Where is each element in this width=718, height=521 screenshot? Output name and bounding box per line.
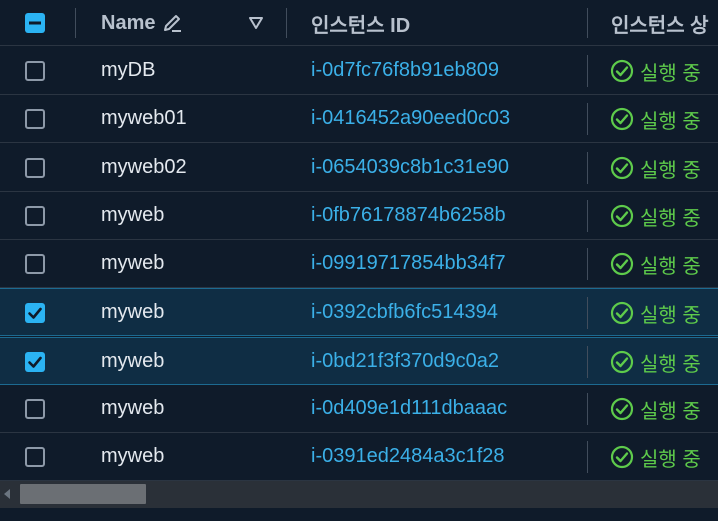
- instance-state-label: 실행 중: [640, 353, 701, 376]
- table-row[interactable]: myweb i-0bd21f3f370d9c0a2 실행 중: [0, 337, 718, 385]
- pencil-icon[interactable]: [161, 12, 183, 34]
- instance-state-label: 실행 중: [640, 207, 701, 230]
- instance-id-link[interactable]: i-0416452a90eed0c03: [311, 107, 510, 130]
- table-row[interactable]: myDB i-0d7fc76f8b91eb809 실행 중: [0, 47, 718, 95]
- instance-state-label: 실행 중: [640, 304, 701, 327]
- table-header: Name 인스턴스 ID 인스턴스 상: [0, 0, 718, 46]
- instance-id-link[interactable]: i-0d409e1d111dbaaac: [311, 397, 507, 420]
- triangle-down-icon: [249, 17, 263, 29]
- select-all-checkbox[interactable]: [25, 13, 45, 33]
- horizontal-scrollbar[interactable]: [0, 481, 718, 508]
- scroll-left-icon[interactable]: [4, 489, 10, 499]
- instance-state-label: 실행 중: [640, 255, 701, 278]
- instance-name: myweb: [101, 350, 165, 372]
- instance-id-link[interactable]: i-0bd21f3f370d9c0a2: [311, 350, 499, 373]
- column-separator: [587, 297, 588, 329]
- instance-state: 실행 중: [610, 155, 701, 182]
- instance-state-label: 실행 중: [640, 110, 701, 133]
- row-checkbox[interactable]: [25, 254, 45, 274]
- column-separator[interactable]: [587, 8, 588, 38]
- bottom-strip: [0, 508, 718, 521]
- row-checkbox[interactable]: [25, 158, 45, 178]
- header-name[interactable]: Name: [101, 0, 183, 46]
- table-row[interactable]: myweb i-0391ed2484a3c1f28 실행 중: [0, 433, 718, 481]
- row-checkbox[interactable]: [25, 206, 45, 226]
- header-instance-id-label: 인스턴스 ID: [311, 14, 411, 37]
- table-row[interactable]: myweb i-0392cbfb6fc514394 실행 중: [0, 288, 718, 336]
- scrollbar-thumb[interactable]: [20, 484, 146, 504]
- check-circle-icon: [610, 204, 634, 228]
- check-circle-icon: [610, 252, 634, 276]
- instance-id-link[interactable]: i-09919717854bb34f7: [311, 252, 506, 275]
- checkmark-icon: [28, 307, 42, 319]
- instance-id-link[interactable]: i-0654039c8b1c31e90: [311, 156, 509, 179]
- check-circle-icon: [610, 156, 634, 180]
- header-name-label: Name: [101, 11, 156, 34]
- table-row[interactable]: myweb i-0d409e1d111dbaaac 실행 중: [0, 385, 718, 433]
- column-separator[interactable]: [286, 8, 287, 38]
- minus-checkbox-icon: [29, 21, 41, 25]
- column-separator: [587, 441, 588, 473]
- header-instance-id[interactable]: 인스턴스 ID: [311, 0, 410, 46]
- instance-id-link[interactable]: i-0d7fc76f8b91eb809: [311, 59, 499, 82]
- row-checkbox[interactable]: [25, 61, 45, 81]
- instance-state: 실행 중: [610, 300, 701, 327]
- row-checkbox[interactable]: [25, 352, 45, 372]
- instance-name: myweb: [101, 445, 165, 467]
- select-all-cell: [25, 0, 45, 46]
- instance-name: myDB: [101, 59, 156, 81]
- check-circle-icon: [610, 350, 634, 374]
- column-separator: [587, 346, 588, 378]
- instance-name: myweb: [101, 252, 165, 274]
- table-row[interactable]: myweb i-0fb76178874b6258b 실행 중: [0, 192, 718, 240]
- check-circle-icon: [610, 445, 634, 469]
- instance-state: 실행 중: [610, 106, 701, 133]
- table-row[interactable]: myweb02 i-0654039c8b1c31e90 실행 중: [0, 144, 718, 192]
- instance-state-label: 실행 중: [640, 400, 701, 423]
- instance-state-label: 실행 중: [640, 448, 701, 471]
- check-circle-icon: [610, 107, 634, 131]
- instance-state: 실행 중: [610, 203, 701, 230]
- column-separator: [587, 393, 588, 425]
- checkmark-icon: [28, 356, 42, 368]
- column-separator: [587, 152, 588, 184]
- row-checkbox[interactable]: [25, 109, 45, 129]
- instance-state: 실행 중: [610, 58, 701, 85]
- instance-state-label: 실행 중: [640, 62, 701, 85]
- check-circle-icon: [610, 59, 634, 83]
- instance-name: myweb: [101, 204, 165, 226]
- column-separator: [587, 200, 588, 232]
- row-checkbox[interactable]: [25, 399, 45, 419]
- check-circle-icon: [610, 397, 634, 421]
- instances-table: Name 인스턴스 ID 인스턴스 상 myDB i-0d7fc76f8b91eb…: [0, 0, 718, 521]
- sort-button[interactable]: [248, 0, 264, 46]
- instance-state: 실행 중: [610, 396, 701, 423]
- instance-name: myweb: [101, 301, 165, 323]
- instance-name: myweb: [101, 397, 165, 419]
- instance-state: 실행 중: [610, 349, 701, 376]
- header-instance-state[interactable]: 인스턴스 상: [611, 0, 709, 46]
- table-row[interactable]: myweb01 i-0416452a90eed0c03 실행 중: [0, 95, 718, 143]
- check-circle-icon: [610, 301, 634, 325]
- instance-id-link[interactable]: i-0fb76178874b6258b: [311, 204, 506, 227]
- row-checkbox[interactable]: [25, 303, 45, 323]
- table-row[interactable]: myweb i-09919717854bb34f7 실행 중: [0, 240, 718, 288]
- instance-state-label: 실행 중: [640, 159, 701, 182]
- column-separator[interactable]: [75, 8, 76, 38]
- column-separator: [587, 55, 588, 87]
- column-separator: [587, 103, 588, 135]
- instance-name: myweb01: [101, 107, 187, 129]
- instance-state: 실행 중: [610, 444, 701, 471]
- instance-id-link[interactable]: i-0391ed2484a3c1f28: [311, 445, 505, 468]
- column-separator: [587, 248, 588, 280]
- row-checkbox[interactable]: [25, 447, 45, 467]
- instance-name: myweb02: [101, 156, 187, 178]
- instance-id-link[interactable]: i-0392cbfb6fc514394: [311, 301, 498, 324]
- header-instance-state-label: 인스턴스 상: [611, 14, 709, 37]
- instance-state: 실행 중: [610, 251, 701, 278]
